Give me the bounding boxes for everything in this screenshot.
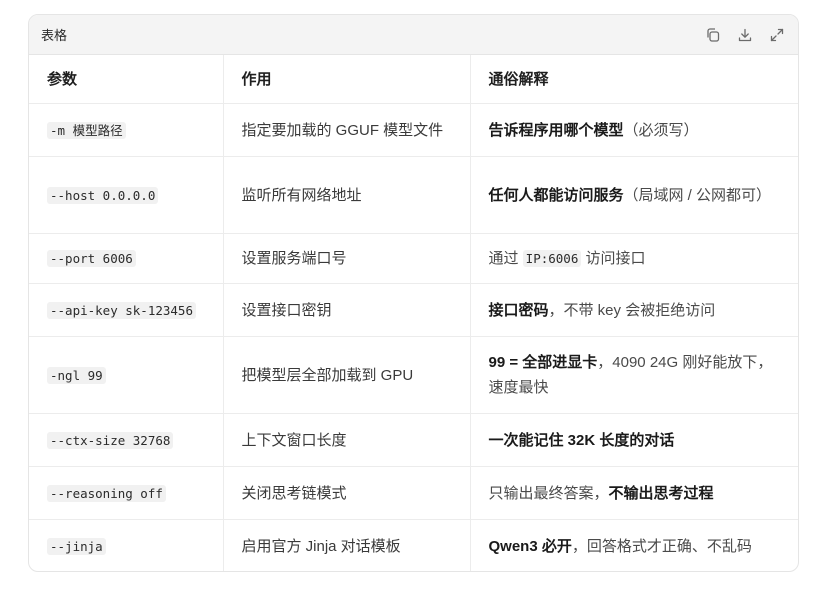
explain-cell: 一次能记住 32K 长度的对话 (469, 413, 798, 467)
explain-cell: 任何人都能访问服务（局域网 / 公网都可） (469, 156, 798, 234)
param-cell: --ctx-size 32768 (29, 413, 223, 467)
table-row: --jinja 启用官方 Jinja 对话模板 Qwen3 必开，回答格式才正确… (29, 519, 798, 572)
explain-rest: ，回答格式才正确、不乱码 (571, 537, 752, 555)
params-table: 参数 作用 通俗解释 -m 模型路径 指定要加载的 GGUF 模型文件 告诉程序… (29, 55, 798, 572)
column-header-purpose: 作用 (222, 55, 470, 104)
param-cell: --api-key sk-123456 (29, 283, 223, 337)
explain-cell: 告诉程序用哪个模型（必须写） (469, 103, 798, 157)
param-cell: -m 模型路径 (29, 103, 223, 157)
explain-bold: 99 = 全部进显卡 (488, 354, 598, 371)
param-code: --port 6006 (47, 250, 136, 267)
purpose-cell: 设置服务端口号 (222, 233, 470, 284)
table-row: -ngl 99 把模型层全部加载到 GPU 99 = 全部进显卡，4090 24… (29, 336, 798, 414)
copy-icon[interactable] (704, 26, 722, 44)
table-row: --host 0.0.0.0 监听所有网络地址 任何人都能访问服务（局域网 / … (29, 156, 798, 234)
explain-rest: ，不带 key 会被拒绝访问 (548, 301, 716, 319)
purpose-cell: 上下文窗口长度 (222, 413, 470, 467)
explain-bold: 接口密码 (488, 301, 549, 319)
explain-rest: （必须写） (623, 121, 699, 139)
table-panel: 表格 参数 作用 通俗解释 -m 模型路径 指定要加载的 GGUF 模型文件 告… (28, 14, 799, 572)
purpose-cell: 关闭思考链模式 (222, 466, 470, 520)
param-code: -ngl 99 (47, 366, 106, 384)
param-code: -m 模型路径 (47, 121, 126, 139)
explain-cell: 接口密码，不带 key 会被拒绝访问 (469, 283, 798, 337)
table-row: --api-key sk-123456 设置接口密钥 接口密码，不带 key 会… (29, 283, 798, 337)
explain-pre: 只输出最终答案， (488, 484, 609, 502)
column-header-explain: 通俗解释 (469, 55, 798, 104)
purpose-cell: 指定要加载的 GGUF 模型文件 (222, 103, 470, 157)
column-header-param: 参数 (29, 55, 223, 104)
explain-post: 访问接口 (581, 250, 646, 267)
explain-bold: 不输出思考过程 (608, 484, 714, 502)
param-cell: --host 0.0.0.0 (29, 156, 223, 234)
table-row: --reasoning off 关闭思考链模式 只输出最终答案，不输出思考过程 (29, 466, 798, 520)
param-cell: --jinja (29, 520, 223, 572)
param-cell: --reasoning off (29, 466, 223, 520)
param-code: --ctx-size 32768 (47, 431, 174, 449)
param-code: --jinja (47, 537, 106, 555)
table-row: --port 6006 设置服务端口号 通过 IP:6006 访问接口 (29, 233, 798, 284)
explain-bold: 一次能记住 32K 长度的对话 (488, 431, 675, 449)
panel-title: 表格 (41, 28, 68, 43)
explain-cell: 只输出最终答案，不输出思考过程 (469, 466, 798, 520)
param-cell: --port 6006 (29, 233, 223, 284)
download-icon[interactable] (736, 26, 754, 44)
explain-bold: Qwen3 必开 (488, 537, 572, 555)
expand-icon[interactable] (768, 26, 786, 44)
param-code: --host 0.0.0.0 (47, 186, 159, 204)
explain-bold: 任何人都能访问服务 (488, 186, 624, 204)
table-row: --ctx-size 32768 上下文窗口长度 一次能记住 32K 长度的对话 (29, 413, 798, 467)
panel-toolbar (704, 26, 786, 44)
purpose-cell: 启用官方 Jinja 对话模板 (222, 519, 470, 571)
param-cell: -ngl 99 (29, 336, 223, 414)
purpose-cell: 监听所有网络地址 (222, 156, 470, 234)
purpose-cell: 把模型层全部加载到 GPU (222, 336, 470, 414)
explain-code: IP:6006 (522, 250, 582, 267)
explain-pre: 通过 (488, 250, 523, 267)
explain-bold: 告诉程序用哪个模型 (488, 121, 624, 139)
explain-rest: （局域网 / 公网都可） (623, 186, 772, 204)
panel-header: 表格 (29, 15, 798, 55)
explain-cell: 通过 IP:6006 访问接口 (469, 233, 798, 284)
param-code: --api-key sk-123456 (47, 301, 196, 319)
explain-cell: 99 = 全部进显卡，4090 24G 刚好能放下，速度最快 (469, 336, 798, 414)
table-header-row: 参数 作用 通俗解释 (29, 55, 798, 104)
table-row: -m 模型路径 指定要加载的 GGUF 模型文件 告诉程序用哪个模型（必须写） (29, 103, 798, 157)
purpose-cell: 设置接口密钥 (222, 283, 470, 337)
param-code: --reasoning off (47, 484, 166, 502)
explain-cell: Qwen3 必开，回答格式才正确、不乱码 (469, 519, 798, 571)
